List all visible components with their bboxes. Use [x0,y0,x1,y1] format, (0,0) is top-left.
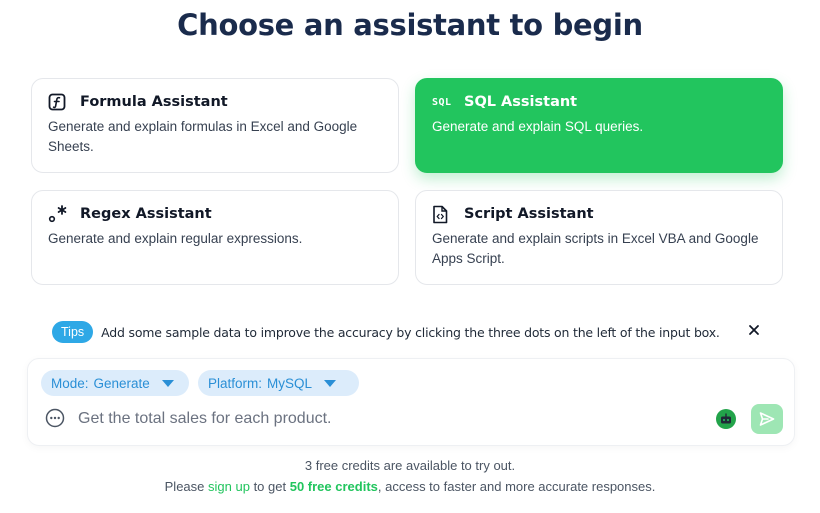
chevron-down-icon [161,379,174,387]
card-title: SQL Assistant [464,94,578,110]
platform-select[interactable]: Platform: MySQL [198,370,359,396]
script-assistant-card[interactable]: Script Assistant Generate and explain sc… [415,190,783,285]
sql-icon-text: SQL [432,96,452,108]
signup-link[interactable]: sign up [208,479,250,494]
credits-info: 3 free credits are available to try out. [304,458,516,473]
footer-suffix: , access to faster and more accurate res… [377,479,656,494]
platform-value: MySQL [267,375,313,391]
close-icon[interactable] [746,322,762,338]
tips-badge: Tips [52,321,94,343]
more-options-icon[interactable] [45,408,65,428]
card-description: Generate and explain SQL queries. [432,119,644,134]
footer-prefix: Please [164,479,205,494]
sql-assistant-card[interactable]: SQL SQL Assistant Generate and explain S… [415,78,783,173]
regex-assistant-card[interactable]: Regex Assistant Generate and explain reg… [31,190,399,285]
chat-input-panel: Mode: Generate Platform: MySQL [27,358,795,446]
function-icon [48,92,72,112]
chevron-down-icon [324,379,337,387]
platform-label: Platform: [208,375,263,391]
card-title: Script Assistant [464,206,594,222]
footer-middle: to get [253,479,287,494]
mode-select[interactable]: Mode: Generate [41,370,189,396]
card-description: Generate and explain regular expressions… [48,231,303,246]
send-button[interactable] [751,404,783,434]
card-title: Regex Assistant [80,206,212,222]
send-icon [759,412,775,426]
mode-label: Mode: [51,375,89,391]
card-description: Generate and explain formulas in Excel a… [48,119,358,154]
signup-prompt: Please sign up to get 50 free credits, a… [0,479,820,494]
sql-icon: SQL [432,92,456,112]
credits-highlight: 50 free credits [289,479,378,494]
tips-text: Add some sample data to improve the accu… [101,324,720,340]
prompt-input[interactable] [78,407,678,431]
tips-banner: Tips Add some sample data to improve the… [52,320,772,344]
robot-icon[interactable] [716,409,736,429]
card-title: Formula Assistant [80,94,228,110]
regex-icon [48,204,72,224]
page-title: Choose an assistant to begin [177,8,643,42]
mode-value: Generate [93,375,150,391]
card-description: Generate and explain scripts in Excel VB… [432,231,759,266]
formula-assistant-card[interactable]: Formula Assistant Generate and explain f… [31,78,399,173]
script-file-icon [432,204,456,224]
